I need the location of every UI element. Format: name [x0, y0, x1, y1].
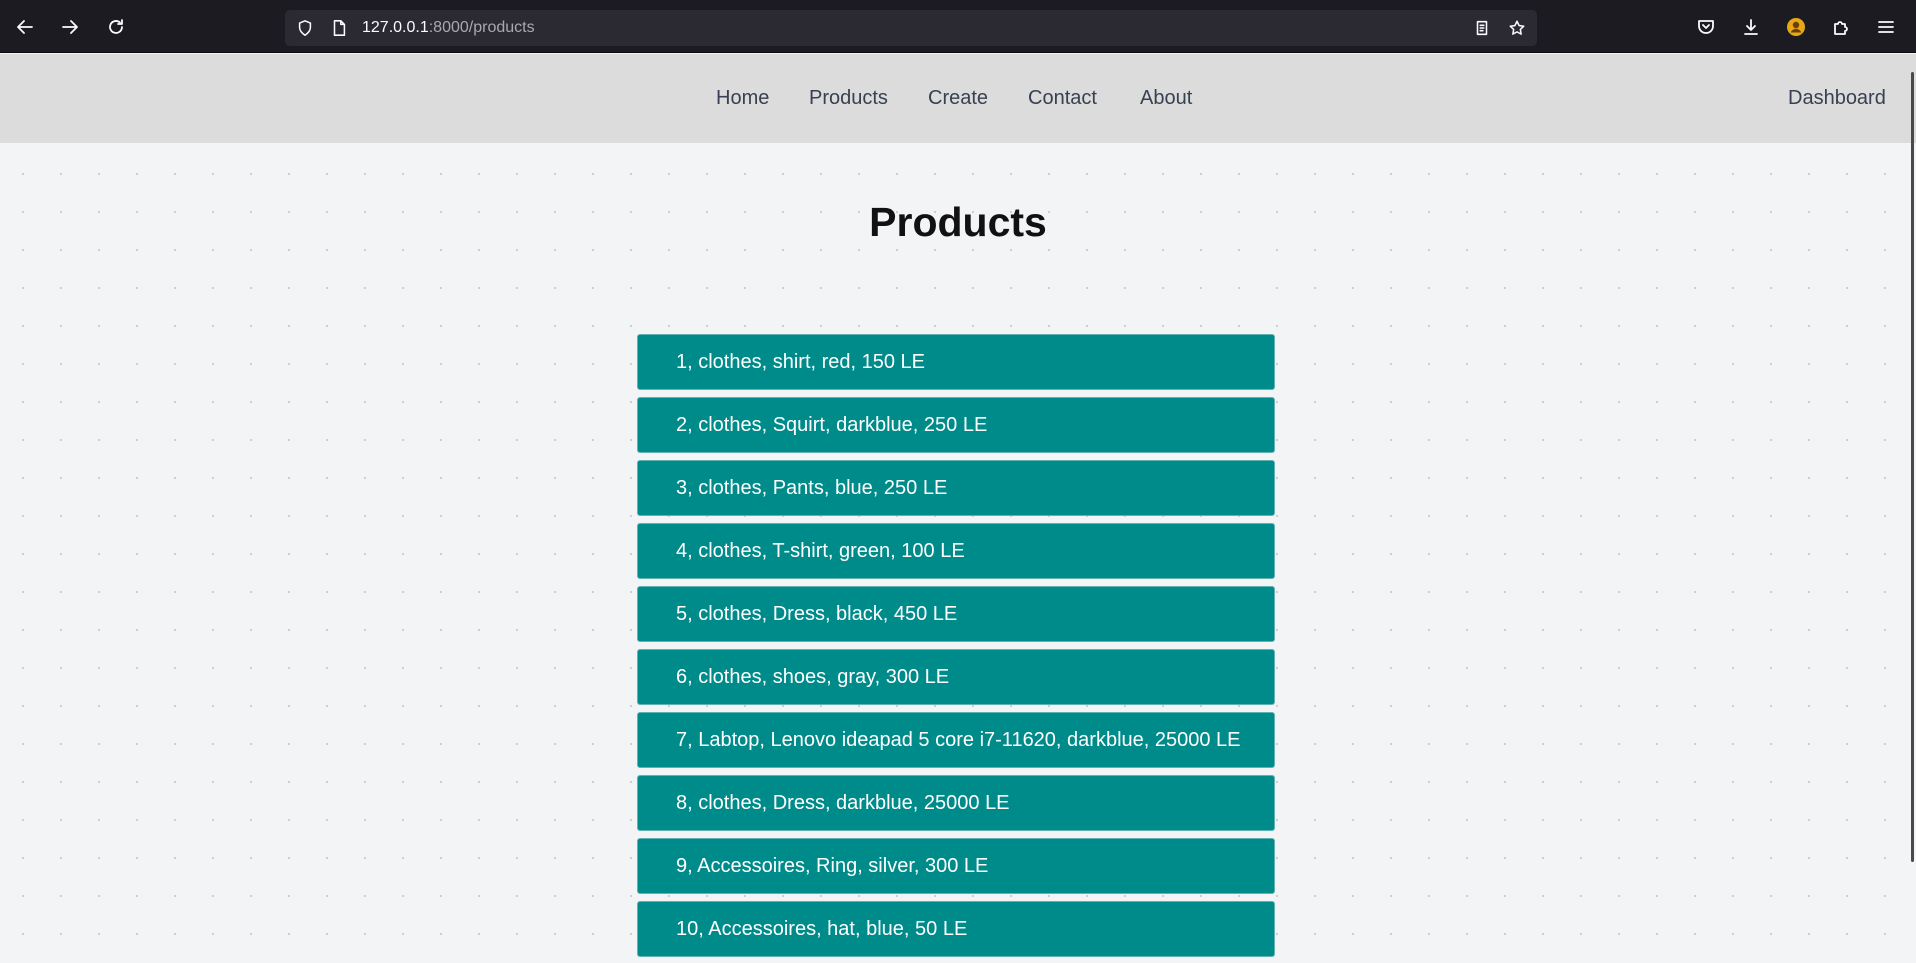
url-path: :8000/products [428, 19, 535, 36]
puzzle-icon [1834, 21, 1848, 35]
nav-link-home[interactable]: Home [716, 87, 769, 110]
pocket-button[interactable] [1689, 10, 1723, 44]
profile-icon [1787, 18, 1805, 36]
product-item[interactable]: 9, Accessoires, Ring, silver, 300 LE [637, 838, 1275, 894]
reload-icon [109, 19, 123, 34]
nav-link-dashboard[interactable]: Dashboard [1788, 87, 1886, 110]
page-title: Products [869, 199, 1047, 245]
downloads-button[interactable] [1734, 10, 1768, 44]
product-item[interactable]: 6, clothes, shoes, gray, 300 LE [637, 649, 1275, 705]
app-menu-button[interactable] [1869, 10, 1903, 44]
product-list: 1, clothes, shirt, red, 150 LE 2, clothe… [637, 334, 1275, 963]
product-item[interactable]: 5, clothes, Dress, black, 450 LE [637, 586, 1275, 642]
forward-button[interactable] [53, 10, 87, 44]
nav-link-contact[interactable]: Contact [1028, 87, 1097, 110]
nav-link-about[interactable]: About [1140, 87, 1192, 110]
product-item[interactable]: 7, Labtop, Lenovo ideapad 5 core i7-1162… [637, 712, 1275, 768]
nav-link-create[interactable]: Create [928, 87, 988, 110]
hamburger-menu-icon [1878, 21, 1894, 33]
reload-button[interactable] [99, 10, 133, 44]
product-item[interactable]: 4, clothes, T-shirt, green, 100 LE [637, 523, 1275, 579]
profile-button[interactable] [1779, 10, 1813, 44]
star-icon[interactable] [1507, 18, 1527, 38]
url-bar[interactable]: 127.0.0.1:8000/products [285, 10, 1537, 46]
reader-view-icon[interactable] [1472, 18, 1492, 38]
back-button[interactable] [8, 10, 42, 44]
url-text[interactable]: 127.0.0.1:8000/products [362, 19, 535, 37]
pocket-icon [1698, 20, 1714, 34]
shield-icon[interactable] [295, 18, 315, 38]
nav-link-products[interactable]: Products [809, 87, 888, 110]
product-item[interactable]: 10, Accessoires, hat, blue, 50 LE [637, 901, 1275, 957]
site-navbar: Home Products Create Contact About Dashb… [0, 54, 1916, 143]
product-item[interactable]: 1, clothes, shirt, red, 150 LE [637, 334, 1275, 390]
arrow-right-icon [62, 20, 78, 34]
product-item[interactable]: 2, clothes, Squirt, darkblue, 250 LE [637, 397, 1275, 453]
scrollbar-thumb[interactable] [1911, 72, 1914, 862]
main-content: Products 1, clothes, shirt, red, 150 LE … [0, 143, 1916, 963]
url-host: 127.0.0.1 [362, 19, 429, 36]
extensions-button[interactable] [1824, 10, 1858, 44]
page-icon[interactable] [329, 18, 349, 38]
product-item[interactable]: 3, clothes, Pants, blue, 250 LE [637, 460, 1275, 516]
product-item[interactable]: 8, clothes, Dress, darkblue, 25000 LE [637, 775, 1275, 831]
browser-toolbar: 127.0.0.1:8000/products [0, 0, 1916, 53]
arrow-left-icon [17, 20, 33, 34]
download-icon [1744, 19, 1758, 35]
